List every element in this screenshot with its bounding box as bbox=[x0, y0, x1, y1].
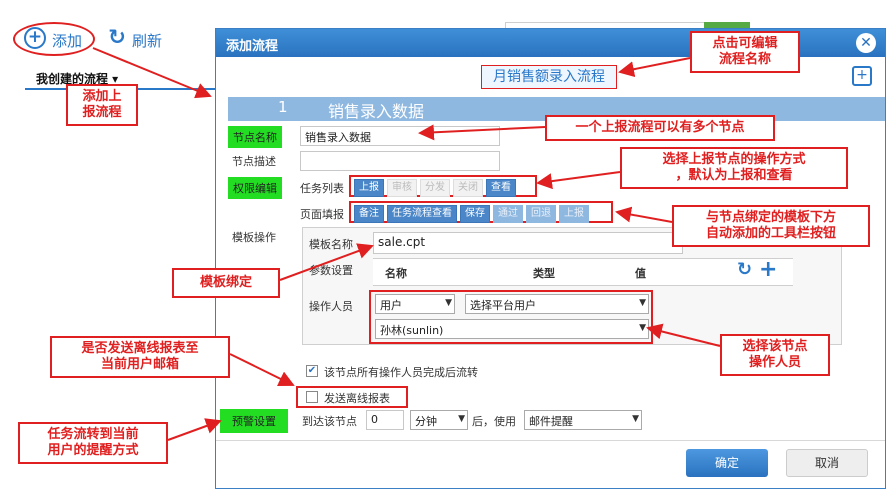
annotation-template-bind-text: 模板绑定 bbox=[199, 275, 252, 290]
annotation-toolbar: 与节点绑定的模板下方 自动添加的工具栏按钮 bbox=[672, 205, 870, 247]
annotation-edit-name-text: 点击可编辑 流程名称 bbox=[712, 36, 778, 67]
annotation-add-flow: 添加上 报流程 bbox=[66, 84, 138, 126]
annotation-offline-mail: 是否发送离线报表至 当前用户邮箱 bbox=[50, 336, 230, 378]
annotation-toolbar-text: 与节点绑定的模板下方 自动添加的工具栏按钮 bbox=[705, 210, 836, 241]
annotation-multi-nodes-text: 一个上报流程可以有多个节点 bbox=[575, 120, 745, 135]
annotation-edit-name: 点击可编辑 流程名称 bbox=[690, 31, 800, 73]
annotation-template-bind: 模板绑定 bbox=[172, 268, 280, 298]
annotation-operator: 选择该节点 操作人员 bbox=[720, 334, 830, 376]
annotation-op-mode-text: 选择上报节点的操作方式 ，默认为上报和查看 bbox=[662, 152, 806, 183]
annotation-multi-nodes: 一个上报流程可以有多个节点 bbox=[545, 115, 775, 141]
annotation-add-flow-text: 添加上 报流程 bbox=[82, 89, 122, 120]
annotation-reminder: 任务流转到当前 用户的提醒方式 bbox=[18, 422, 168, 464]
annotation-op-mode: 选择上报节点的操作方式 ，默认为上报和查看 bbox=[620, 147, 848, 189]
annotation-operator-text: 选择该节点 操作人员 bbox=[742, 339, 808, 370]
annotation-reminder-text: 任务流转到当前 用户的提醒方式 bbox=[47, 427, 139, 458]
annotation-offline-mail-text: 是否发送离线报表至 当前用户邮箱 bbox=[81, 341, 199, 372]
